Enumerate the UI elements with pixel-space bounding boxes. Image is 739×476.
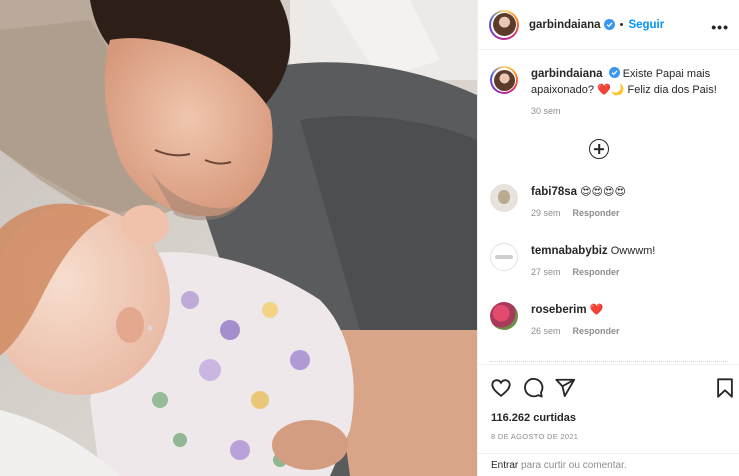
likes-count[interactable]: 116.262 curtidas bbox=[491, 412, 576, 424]
comment-time[interactable]: 29 sem bbox=[531, 208, 561, 218]
heart-icon[interactable] bbox=[490, 377, 512, 399]
comment-time[interactable]: 27 sem bbox=[531, 267, 561, 277]
plus-circle-icon[interactable] bbox=[589, 139, 609, 159]
share-icon[interactable] bbox=[554, 377, 576, 399]
commenter-avatar[interactable] bbox=[490, 243, 518, 271]
reply-button[interactable]: Responder bbox=[573, 326, 620, 336]
post-actions: 116.262 curtidas 8 DE AGOSTO DE 2021 Ent… bbox=[478, 364, 739, 476]
verified-badge-icon bbox=[608, 67, 620, 78]
caption-text-block: garbindaiana Existe Papai mais apaixonad… bbox=[531, 66, 728, 98]
instagram-post-view: garbindaiana • Seguir ••• garbindaiana E… bbox=[0, 0, 739, 476]
caption-time[interactable]: 30 sem bbox=[531, 106, 561, 116]
post-side-panel: garbindaiana • Seguir ••• garbindaiana E… bbox=[477, 0, 739, 476]
comment-icon[interactable] bbox=[522, 377, 544, 399]
post-date[interactable]: 8 DE AGOSTO DE 2021 bbox=[491, 432, 578, 441]
comment-meta: 29 sem Responder bbox=[531, 208, 728, 218]
reply-button[interactable]: Responder bbox=[573, 208, 620, 218]
more-options-icon[interactable]: ••• bbox=[711, 19, 729, 35]
photo-illustration bbox=[0, 0, 477, 476]
login-link[interactable]: Entrar bbox=[491, 460, 518, 471]
comment-text-block: roseberim ❤️ bbox=[531, 302, 728, 318]
comment-text: Owwwm! bbox=[610, 245, 656, 257]
comment-text: 😍😍😍😍 bbox=[580, 186, 626, 198]
caption-avatar[interactable] bbox=[490, 66, 518, 94]
bookmark-icon[interactable] bbox=[714, 377, 736, 399]
commenter-avatar[interactable] bbox=[490, 184, 518, 212]
comment-username[interactable]: fabi78sa bbox=[531, 186, 577, 198]
comments-list[interactable]: garbindaiana Existe Papai mais apaixonad… bbox=[478, 51, 739, 364]
reply-button[interactable]: Responder bbox=[573, 267, 620, 277]
post-caption: garbindaiana Existe Papai mais apaixonad… bbox=[490, 66, 728, 116]
comment-username[interactable]: temnababybiz bbox=[531, 245, 608, 257]
comment-item: fabi78sa 😍😍😍😍 29 sem Responder bbox=[490, 184, 728, 218]
comment-item: temnababybiz Owwwm! 27 sem Responder bbox=[490, 243, 728, 277]
login-prompt-text: para curtir ou comentar. bbox=[521, 460, 627, 471]
login-prompt: Entrar para curtir ou comentar. bbox=[478, 453, 739, 476]
verified-badge-icon bbox=[603, 19, 615, 30]
caption-username[interactable]: garbindaiana bbox=[531, 68, 603, 80]
comment-text: ❤️ bbox=[589, 304, 604, 316]
comment-text-block: temnababybiz Owwwm! bbox=[531, 243, 728, 259]
author-avatar[interactable] bbox=[489, 9, 519, 40]
follow-button[interactable]: Seguir bbox=[628, 19, 664, 31]
comment-text-block: fabi78sa 😍😍😍😍 bbox=[531, 184, 728, 200]
author-username[interactable]: garbindaiana bbox=[529, 19, 601, 31]
separator-dot: • bbox=[619, 18, 624, 31]
comment-item: roseberim ❤️ 26 sem Responder bbox=[490, 302, 728, 336]
commenter-avatar[interactable] bbox=[490, 302, 518, 330]
post-photo[interactable] bbox=[0, 0, 477, 476]
caption-meta: 30 sem bbox=[531, 106, 728, 116]
comment-meta: 27 sem Responder bbox=[531, 267, 728, 277]
action-icons bbox=[478, 365, 739, 409]
comment-time[interactable]: 26 sem bbox=[531, 326, 561, 336]
post-header: garbindaiana • Seguir ••• bbox=[478, 0, 739, 50]
comment-username[interactable]: roseberim bbox=[531, 304, 587, 316]
comment-meta: 26 sem Responder bbox=[531, 326, 728, 336]
